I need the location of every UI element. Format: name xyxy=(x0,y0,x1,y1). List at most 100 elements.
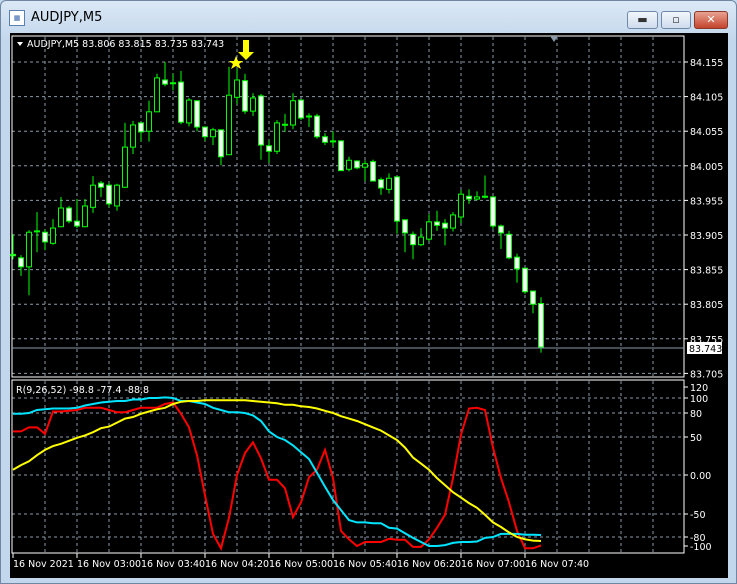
time-label: 16 Nov 03:40 xyxy=(141,559,205,570)
candle-body-bear xyxy=(370,161,376,182)
candle xyxy=(298,99,304,121)
candle-body-bear xyxy=(42,231,48,243)
candle-body-bear xyxy=(338,140,344,172)
chart-canvas[interactable]: AUDJPY,M5 83.806 83.815 83.735 83.743 R(… xyxy=(0,0,737,584)
candle-body-bear xyxy=(74,220,80,227)
candle xyxy=(402,219,408,253)
candle-body-bull xyxy=(346,159,352,170)
time-label: 16 Nov 06:20 xyxy=(397,559,461,570)
candle xyxy=(162,62,168,87)
candle xyxy=(450,212,456,232)
candle xyxy=(266,140,272,164)
candle-body-bear xyxy=(202,126,208,138)
candle-body-bull xyxy=(290,100,296,126)
time-label: 16 Nov 03:00 xyxy=(77,559,141,570)
indicator-tick-label: -50 xyxy=(690,510,706,521)
candle xyxy=(226,66,232,156)
candle-body-bear xyxy=(18,257,24,268)
candle-body-bear xyxy=(218,129,224,158)
candle xyxy=(106,183,112,208)
price-tick-label: 84.005 xyxy=(690,162,723,173)
candle-body-bear xyxy=(298,99,304,119)
candle-body-bear xyxy=(530,290,536,305)
candle-body-bull xyxy=(130,124,136,148)
candle-body-bull xyxy=(386,177,392,190)
candle xyxy=(170,73,176,91)
candle-body-bull xyxy=(474,196,480,200)
candle xyxy=(354,160,360,170)
candle xyxy=(18,255,24,276)
candle xyxy=(434,210,440,231)
indicator-lines xyxy=(12,396,542,551)
time-label: 16 Nov 05:40 xyxy=(333,559,397,570)
candle xyxy=(498,224,504,249)
candle xyxy=(50,219,56,245)
candle-body-bull xyxy=(210,129,216,138)
signal-star-icon xyxy=(229,56,243,69)
candle-body-bear xyxy=(178,81,184,123)
candle xyxy=(66,205,72,224)
symbol-dropdown-icon[interactable] xyxy=(17,42,23,46)
indicator-tick-label: -100 xyxy=(690,542,712,553)
indicator-line-mid xyxy=(13,396,542,547)
candle-body-bear xyxy=(506,233,512,259)
candle xyxy=(290,93,296,130)
candle xyxy=(474,191,480,201)
indicator-tick-label: 80 xyxy=(690,409,702,420)
candle-body-bear xyxy=(34,230,40,233)
candle xyxy=(242,73,248,114)
candle xyxy=(466,189,472,204)
candle-body-bull xyxy=(146,111,152,132)
candle xyxy=(98,181,104,197)
candle xyxy=(410,231,416,260)
candle xyxy=(458,190,464,224)
candle-body-bear xyxy=(66,207,72,222)
candle-body-bull xyxy=(306,115,312,118)
candle xyxy=(346,156,352,172)
candle xyxy=(530,290,536,314)
candle-body-bear xyxy=(466,195,472,200)
candle-body-bull xyxy=(234,79,240,98)
candle xyxy=(210,127,216,146)
candle xyxy=(330,131,336,147)
candle-body-bear xyxy=(322,136,328,143)
indicator-tick-label: 0.00 xyxy=(690,471,711,482)
candle-body-bear xyxy=(10,253,16,257)
price-tick-label: 84.105 xyxy=(690,93,723,104)
grid xyxy=(12,37,684,552)
candle xyxy=(82,199,88,228)
candle xyxy=(514,253,520,283)
candle xyxy=(218,129,224,166)
candle xyxy=(258,93,264,160)
candle xyxy=(42,229,48,251)
price-tick-label: 83.905 xyxy=(690,231,723,242)
indicator-tick-label: 120 xyxy=(690,383,708,394)
indicator-line-slow xyxy=(12,399,542,542)
candle xyxy=(282,113,288,132)
candle-body-bear xyxy=(482,195,488,198)
candle-body-bull xyxy=(418,236,424,246)
candle-body-bull xyxy=(362,163,368,168)
candle-body-bull xyxy=(426,221,432,240)
candle xyxy=(10,234,16,260)
candle xyxy=(202,126,208,141)
candle-body-bull xyxy=(122,146,128,188)
candle xyxy=(114,183,120,211)
candle-body-bear xyxy=(314,115,320,138)
candle xyxy=(482,175,488,199)
candle-body-bear xyxy=(394,176,400,222)
candle-body-bear xyxy=(194,100,200,128)
candle xyxy=(506,230,512,260)
candle xyxy=(386,173,392,194)
candle-body-bear xyxy=(514,256,520,270)
candle-body-bear xyxy=(98,182,104,188)
candle-body-bear xyxy=(282,123,288,126)
candle-body-bear xyxy=(498,225,504,234)
candle xyxy=(154,73,160,113)
candle xyxy=(378,177,384,195)
candle-body-bear xyxy=(162,79,168,85)
candle-body-bear xyxy=(258,95,264,146)
candle xyxy=(122,122,128,188)
candle-body-bull xyxy=(58,207,64,228)
candle xyxy=(322,133,328,146)
